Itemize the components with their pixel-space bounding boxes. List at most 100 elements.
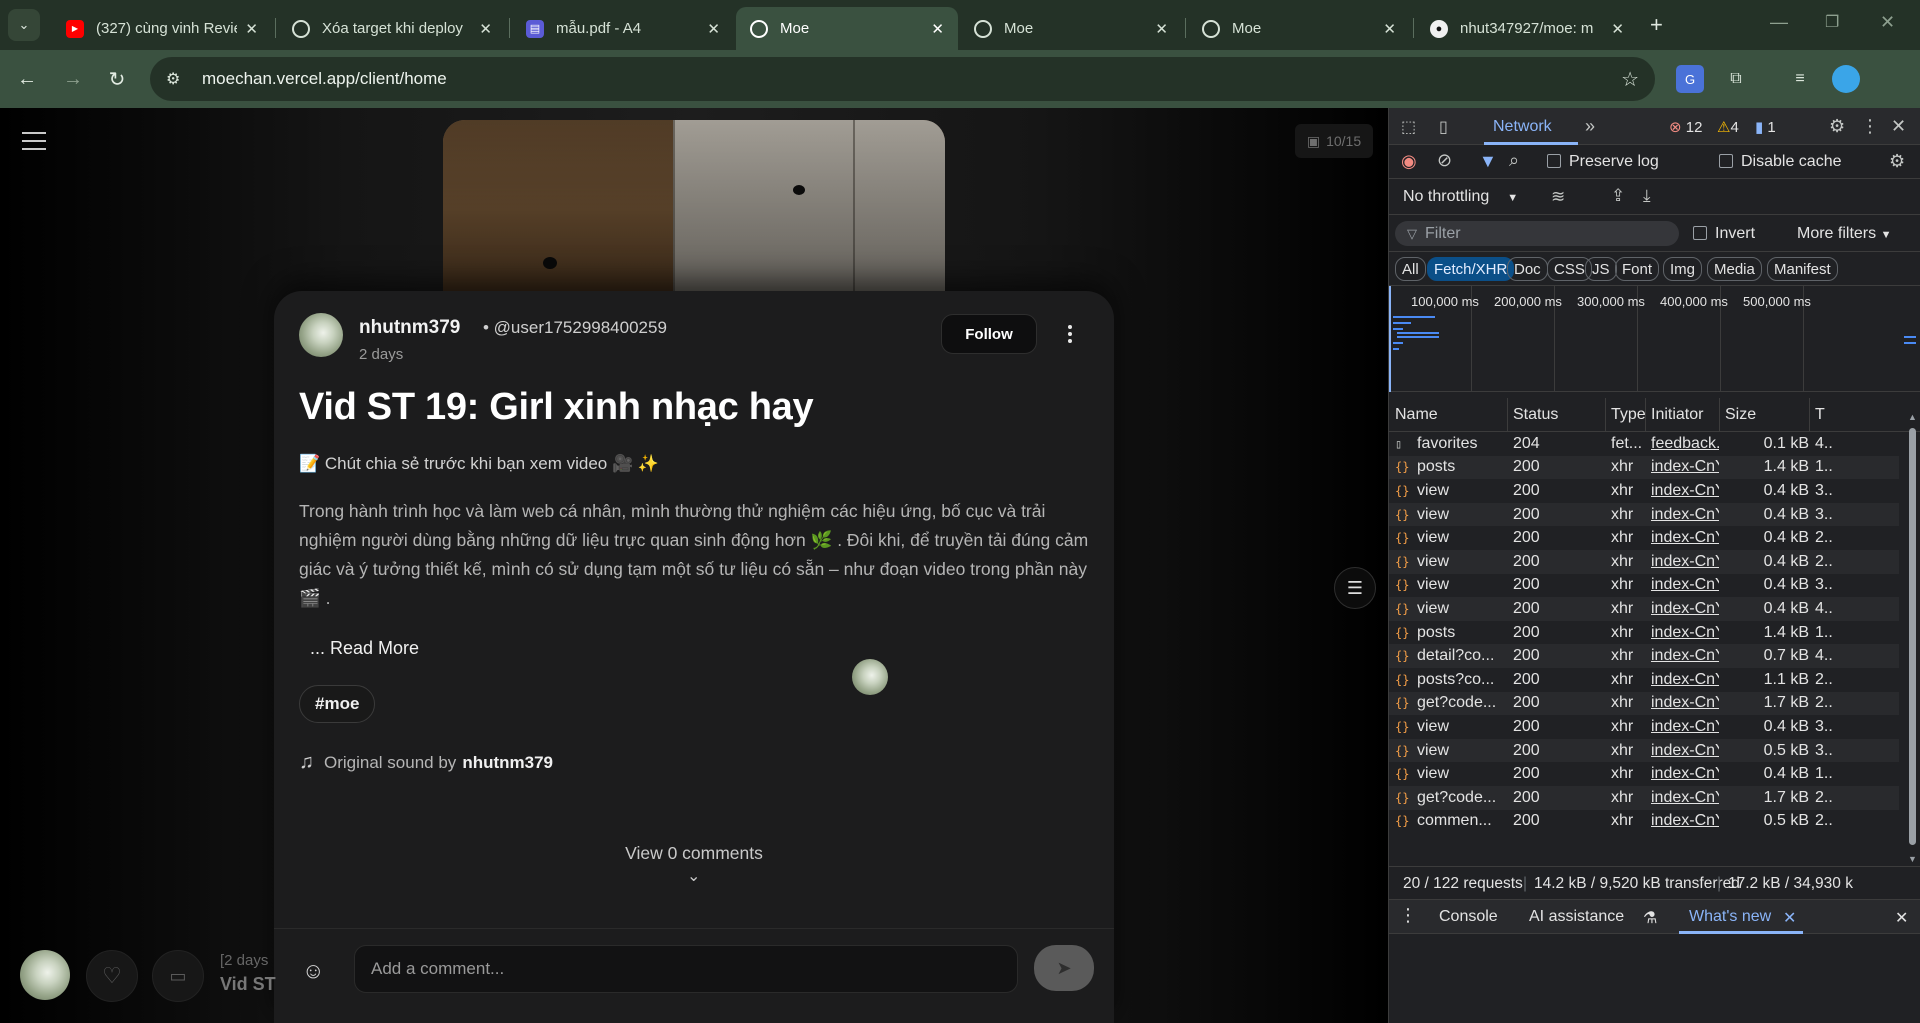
drawer-menu-icon[interactable]: ⋮ — [1399, 905, 1417, 926]
more-options-icon[interactable] — [1060, 319, 1080, 349]
request-initiator-link[interactable]: index-CnYsb — [1651, 812, 1719, 830]
send-icon[interactable]: ➤ — [1034, 945, 1094, 991]
hashtag-chip[interactable]: #moe — [299, 685, 376, 723]
throttling-select[interactable]: No throttling ▼ — [1403, 188, 1518, 206]
filter-input[interactable]: ▽ Filter — [1395, 221, 1679, 246]
scroll-up-icon[interactable]: ▲ — [1908, 412, 1917, 422]
toggle-panel-icon[interactable]: ☰ — [1334, 567, 1376, 609]
device-toolbar-icon[interactable]: ▯ — [1439, 117, 1448, 137]
request-initiator-link[interactable]: index-CnYsb — [1651, 458, 1719, 476]
requests-scrollbar[interactable]: ▲ ▼ — [1907, 412, 1917, 866]
disable-cache-checkbox[interactable]: Disable cache — [1719, 153, 1842, 171]
read-more-link[interactable]: ... Read More — [310, 638, 419, 659]
error-count[interactable]: ⊗ 12 — [1669, 118, 1702, 136]
table-row[interactable]: {} get?code... 200 xhr index-CnYsb 1.7 kB 2.. — [1389, 785, 1899, 810]
comment-icon[interactable]: ▭ — [152, 950, 204, 1002]
table-row[interactable]: ▯ favorites 204 fet... feedback.js: 0.1 kB 4.. — [1389, 432, 1899, 456]
close-icon[interactable]: ✕ — [1155, 20, 1168, 38]
table-row[interactable]: {} view 200 xhr index-CnYsb 0.4 kB 2.. — [1389, 526, 1899, 550]
column-time[interactable]: T — [1815, 406, 1825, 424]
chevron-down-icon[interactable]: ⌄ — [687, 866, 700, 886]
reload-icon[interactable]: ↻ — [102, 64, 132, 94]
request-name-cell[interactable]: {} view — [1395, 600, 1509, 618]
request-name-cell[interactable]: {} commen... — [1395, 812, 1509, 830]
request-initiator-link[interactable]: feedback.js: — [1651, 435, 1719, 453]
tab-pdf[interactable]: ▤ mẫu.pdf - A4 ✕ — [512, 7, 734, 50]
close-icon[interactable]: ✕ — [245, 20, 258, 38]
inspect-element-icon[interactable]: ⬚ — [1401, 117, 1416, 137]
tab-moe-2[interactable]: Moe ✕ — [960, 7, 1182, 50]
table-row[interactable]: {} view 200 xhr index-CnYsb 0.4 kB 3.. — [1389, 479, 1899, 503]
media-control-icon[interactable]: ≡ — [1786, 65, 1814, 93]
menu-icon[interactable] — [22, 132, 46, 156]
close-icon[interactable]: ✕ — [931, 20, 944, 38]
forward-icon[interactable]: → — [58, 64, 88, 94]
request-name-cell[interactable]: {} view — [1395, 576, 1509, 594]
request-initiator-link[interactable]: index-CnYsb — [1651, 789, 1719, 807]
site-info-icon[interactable]: ⚙ — [166, 69, 186, 89]
translate-icon[interactable]: G — [1676, 65, 1704, 93]
close-icon[interactable]: ✕ — [1383, 20, 1396, 38]
type-img[interactable]: Img — [1663, 257, 1703, 281]
scrollbar-thumb[interactable] — [1909, 428, 1916, 845]
request-name-cell[interactable]: {} detail?co... — [1395, 647, 1509, 665]
table-row[interactable]: {} posts?co... 200 xhr index-CnYsb 1.1 kB 2.. — [1389, 668, 1899, 692]
request-name-cell[interactable]: {} view — [1395, 553, 1509, 571]
author-avatar[interactable] — [299, 313, 343, 357]
window-close-icon[interactable]: ✕ — [1880, 12, 1895, 33]
emoji-icon[interactable]: ☺ — [302, 958, 324, 984]
more-filters-dropdown[interactable]: More filters ▼ — [1797, 225, 1891, 243]
request-initiator-link[interactable]: index-CnYsb — [1651, 765, 1719, 783]
table-row[interactable]: {} view 200 xhr index-CnYsb 0.4 kB 3.. — [1389, 574, 1899, 598]
table-row[interactable]: {} view 200 xhr index-CnYsb 0.4 kB 3.. — [1389, 715, 1899, 739]
request-initiator-link[interactable]: index-CnYsb — [1651, 694, 1719, 712]
table-row[interactable]: {} view 200 xhr index-CnYsb 0.4 kB 3.. — [1389, 502, 1899, 527]
preserve-log-checkbox[interactable]: Preserve log — [1547, 153, 1659, 171]
request-initiator-link[interactable]: index-CnYsb — [1651, 671, 1719, 689]
table-row[interactable]: {} detail?co... 200 xhr index-CnYsb 0.7 kB 4.. — [1389, 644, 1899, 668]
address-bar[interactable]: ⚙ moechan.vercel.app/client/home ☆ — [150, 57, 1655, 101]
close-icon[interactable]: ✕ — [707, 20, 720, 38]
column-type[interactable]: Type — [1611, 406, 1646, 424]
tab-network[interactable]: Network — [1493, 118, 1552, 136]
table-row[interactable]: {} posts 200 xhr index-CnYsb 1.4 kB 1.. — [1389, 621, 1899, 645]
search-icon[interactable]: ⌕ — [1509, 150, 1519, 171]
filter-icon[interactable]: ▼ — [1479, 151, 1497, 172]
request-initiator-link[interactable]: index-CnYsb — [1651, 482, 1719, 500]
message-count[interactable]: ▮ 1 — [1755, 118, 1776, 136]
type-doc[interactable]: Doc — [1507, 257, 1548, 281]
invert-checkbox[interactable]: Invert — [1693, 225, 1755, 243]
network-overview[interactable]: 100,000 ms 200,000 ms 300,000 ms 400,000… — [1389, 286, 1920, 392]
tab-chatgpt[interactable]: Xóa target khi deploy ✕ — [278, 7, 506, 50]
type-media[interactable]: Media — [1707, 257, 1762, 281]
request-initiator-link[interactable]: index-CnYsb — [1651, 529, 1719, 547]
back-icon[interactable]: ← — [12, 64, 42, 94]
minimize-icon[interactable]: — — [1770, 12, 1788, 33]
drawer-tab-console[interactable]: Console — [1439, 908, 1498, 926]
table-row[interactable]: {} view 200 xhr index-CnYsb 0.4 kB 4.. — [1389, 597, 1899, 621]
request-name-cell[interactable]: {} view — [1395, 742, 1509, 760]
video-player[interactable] — [443, 120, 945, 320]
column-separator[interactable] — [1645, 398, 1646, 432]
request-initiator-link[interactable]: index-CnYsb — [1651, 742, 1719, 760]
table-row[interactable]: {} view 200 xhr index-CnYsb 0.5 kB 3.. — [1389, 738, 1899, 763]
request-initiator-link[interactable]: index-CnYsb — [1651, 553, 1719, 571]
new-tab-button[interactable]: + — [1650, 12, 1663, 38]
request-name-cell[interactable]: {} get?code... — [1395, 694, 1509, 712]
type-font[interactable]: Font — [1615, 257, 1660, 281]
import-har-icon[interactable]: ⇪ — [1611, 186, 1625, 206]
drawer-tab-ai-assistance[interactable]: AI assistance — [1529, 908, 1624, 926]
comment-input[interactable]: Add a comment... — [354, 945, 1018, 993]
request-name-cell[interactable]: ▯ favorites — [1395, 435, 1509, 453]
request-name-cell[interactable]: {} view — [1395, 765, 1509, 783]
sound-row[interactable]: ♫ Original sound by nhutnm379 — [299, 751, 553, 774]
tab-search-button[interactable]: ⌄ — [8, 9, 40, 41]
request-name-cell[interactable]: {} view — [1395, 506, 1509, 524]
export-har-icon[interactable]: ⤓ — [1643, 186, 1651, 206]
url-text[interactable]: moechan.vercel.app/client/home — [202, 69, 447, 89]
tab-youtube[interactable]: ▶ (327) cùng vinh Revie ✕ — [52, 7, 272, 50]
heart-icon[interactable]: ♡ — [86, 950, 138, 1002]
table-row[interactable]: {} view 200 xhr index-CnYsb 0.4 kB 1.. — [1389, 762, 1899, 786]
tab-moe-active[interactable]: Moe ✕ — [736, 7, 958, 50]
request-initiator-link[interactable]: index-CnYsb — [1651, 624, 1719, 642]
